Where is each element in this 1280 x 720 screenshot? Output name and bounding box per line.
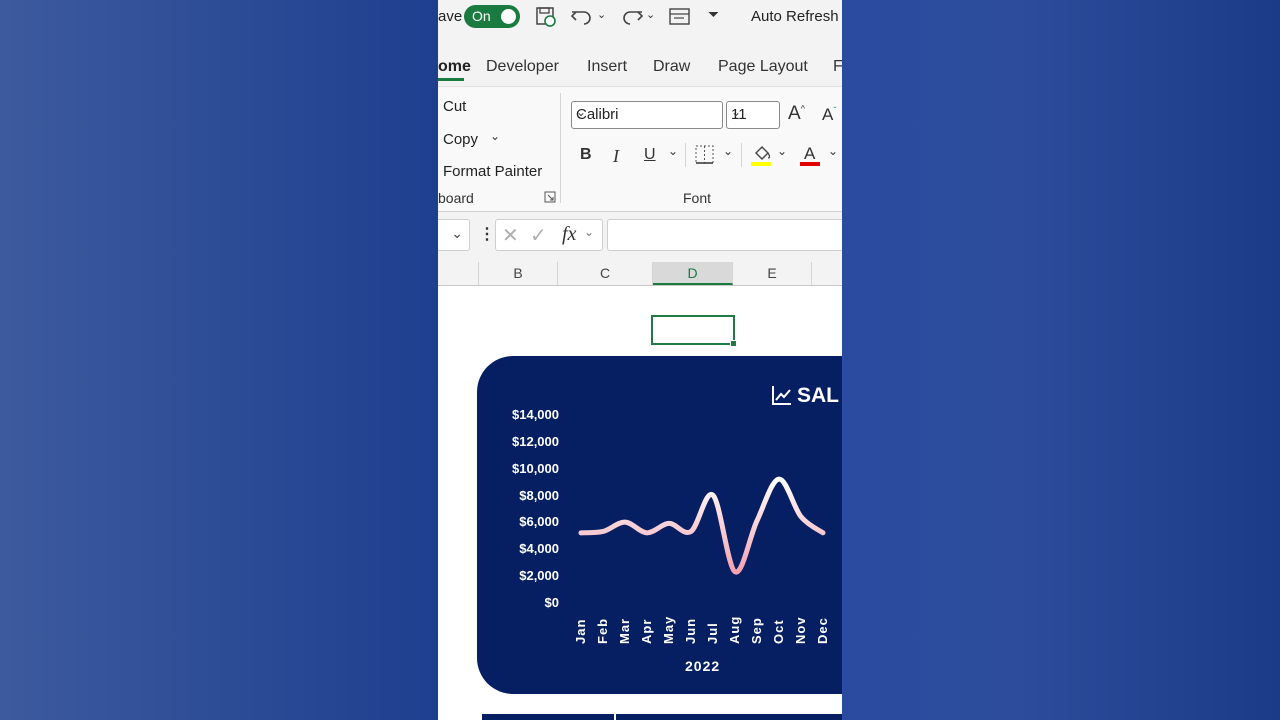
- toggle-knob: [501, 9, 516, 24]
- decrease-font-size-icon[interactable]: Aˇ: [822, 105, 836, 125]
- series-line: [578, 476, 826, 575]
- group-separator: [560, 93, 561, 203]
- underline-chevron-icon[interactable]: ⌄: [668, 144, 678, 158]
- italic-button[interactable]: I: [613, 146, 619, 167]
- autosave-label: ave: [438, 8, 463, 25]
- column-header-c[interactable]: C: [558, 262, 653, 285]
- chevron-down-icon: ⌄: [584, 225, 595, 239]
- font-color-icon[interactable]: A: [800, 143, 822, 167]
- fill-color-icon[interactable]: [751, 143, 773, 167]
- font-color-chevron-icon[interactable]: ⌄: [828, 144, 838, 158]
- underline-button[interactable]: U: [644, 146, 656, 164]
- chevron-down-icon: ⌄: [451, 225, 463, 241]
- x-axis-label: 2022: [685, 658, 721, 674]
- borders-chevron-icon[interactable]: ⌄: [723, 144, 733, 158]
- save-icon[interactable]: [535, 6, 557, 28]
- title-bar: ave On ⌄ ⌄ ⏷ Auto Refresh: [438, 0, 842, 34]
- redo-icon[interactable]: [620, 6, 644, 28]
- plot-area: [578, 476, 826, 575]
- column-header-a[interactable]: [438, 262, 479, 285]
- undo-icon[interactable]: [570, 6, 594, 28]
- column-headers: B C D E: [438, 262, 842, 286]
- column-header-d[interactable]: D: [653, 262, 733, 285]
- active-tab-indicator: [438, 78, 464, 81]
- form-icon[interactable]: [668, 6, 692, 28]
- font-name-select[interactable]: Calibri ⌄: [571, 101, 723, 129]
- undo-chevron-icon[interactable]: ⌄: [597, 8, 606, 21]
- clipboard-group-label: board: [438, 190, 474, 206]
- worksheet-grid[interactable]: SAL $14,000 $12,000 $10,000 $8,000 $6,000 $4,…: [438, 286, 842, 720]
- chevron-down-icon: ⌄: [576, 105, 587, 119]
- formula-buttons: ✕ ✓ fx ⌄: [495, 219, 603, 251]
- autosave-toggle[interactable]: On: [464, 5, 520, 28]
- divider: [614, 714, 616, 720]
- sales-chart[interactable]: SAL $14,000 $12,000 $10,000 $8,000 $6,000 $4,…: [477, 356, 842, 694]
- tab-page-layout[interactable]: Page Layout: [718, 58, 808, 76]
- column-header-f[interactable]: [812, 262, 842, 285]
- table-header-strip: [482, 714, 842, 720]
- format-painter-button[interactable]: Format Painter: [443, 163, 542, 180]
- tab-home[interactable]: ome: [438, 58, 471, 76]
- name-box[interactable]: ⌄: [438, 219, 470, 251]
- tab-developer[interactable]: Developer: [486, 58, 559, 76]
- column-header-b[interactable]: B: [479, 262, 558, 285]
- selected-cell[interactable]: [651, 315, 737, 347]
- insert-function-button[interactable]: fx: [562, 223, 576, 246]
- borders-icon[interactable]: [695, 145, 715, 165]
- font-size-select[interactable]: 11 ⌄: [726, 101, 780, 129]
- redo-chevron-icon[interactable]: ⌄: [646, 8, 655, 21]
- bold-button[interactable]: B: [580, 146, 592, 164]
- copy-chevron-icon[interactable]: ⌄: [490, 129, 500, 143]
- fill-handle[interactable]: [730, 340, 737, 347]
- toggle-label: On: [472, 8, 491, 24]
- customize-toolbar-icon[interactable]: ⏷: [708, 6, 719, 23]
- tab-draw[interactable]: Draw: [653, 58, 690, 76]
- clipboard-launcher-icon[interactable]: [544, 191, 556, 203]
- separator: [741, 143, 742, 167]
- chevron-down-icon: ⌄: [731, 105, 742, 119]
- background-left: [0, 0, 438, 720]
- formula-input[interactable]: [607, 219, 842, 251]
- cancel-icon[interactable]: ✕: [502, 223, 519, 248]
- more-options-icon[interactable]: ⋮: [479, 224, 495, 244]
- cut-button[interactable]: Cut: [443, 98, 466, 115]
- formula-bar: ⌄ ⋮ ✕ ✓ fx ⌄: [438, 212, 842, 258]
- column-header-e[interactable]: E: [733, 262, 812, 285]
- increase-font-size-icon[interactable]: A^: [788, 103, 805, 125]
- svg-text:A: A: [804, 144, 816, 163]
- font-group-label: Font: [683, 190, 712, 206]
- excel-window: ave On ⌄ ⌄ ⏷ Auto Refresh ome Developer …: [438, 0, 842, 720]
- ribbon: Cut Copy ⌄ Format Painter board Calibri …: [438, 86, 842, 212]
- separator: [685, 143, 686, 167]
- copy-button[interactable]: Copy: [443, 131, 478, 148]
- fill-color-chevron-icon[interactable]: ⌄: [777, 144, 787, 158]
- tab-formulas[interactable]: F: [833, 58, 842, 76]
- ribbon-tabs: ome Developer Insert Draw Page Layout F: [438, 34, 842, 84]
- enter-icon[interactable]: ✓: [530, 223, 547, 248]
- background-right: [842, 0, 1280, 720]
- auto-refresh-label[interactable]: Auto Refresh: [751, 8, 839, 25]
- tab-insert[interactable]: Insert: [587, 58, 627, 76]
